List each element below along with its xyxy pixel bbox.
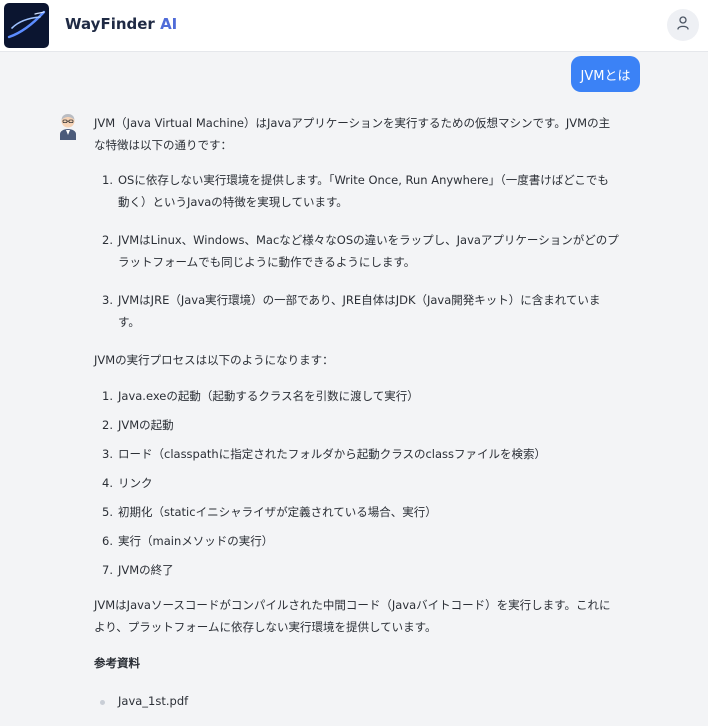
list-item: 4. リンク: [94, 472, 619, 494]
references-list: Java_1st.pdf: [94, 690, 619, 712]
list-item: 5. 初期化（staticイニシャライザが定義されている場合、実行）: [94, 501, 619, 523]
app-title-main: WayFinder: [65, 15, 155, 33]
list-number: 2.: [102, 418, 113, 432]
list-number: 6.: [102, 534, 113, 548]
app-header: WayFinder AI: [0, 0, 708, 52]
process-steps-list: 1. Java.exeの起動（起動するクラス名を引数に渡して実行） 2. JVM…: [94, 385, 619, 581]
list-number: 1.: [102, 389, 113, 403]
list-text: JVMはLinux、Windows、Macなど様々なOSの違いをラップし、Jav…: [118, 233, 619, 269]
list-text: ロード（classpathに指定されたフォルダから起動クラスのclassファイル…: [118, 447, 547, 461]
list-number: 7.: [102, 563, 113, 577]
list-item: 3. ロード（classpathに指定されたフォルダから起動クラスのclassフ…: [94, 443, 619, 465]
feature-list: 1. OSに依存しない実行環境を提供します。「Write Once, Run A…: [94, 169, 619, 333]
reference-text[interactable]: Java_1st.pdf: [118, 694, 188, 708]
list-number: 4.: [102, 476, 113, 490]
list-item: 2. JVMはLinux、Windows、Macなど様々なOSの違いをラップし、…: [94, 229, 619, 273]
list-item: 2. JVMの起動: [94, 414, 619, 436]
wayfinder-logo-icon[interactable]: [4, 3, 49, 48]
user-menu-button[interactable]: [667, 9, 699, 41]
list-number: 5.: [102, 505, 113, 519]
list-text: Java.exeの起動（起動するクラス名を引数に渡して実行）: [118, 389, 419, 403]
list-text: JVMの起動: [118, 418, 174, 432]
process-intro: JVMの実行プロセスは以下のようになります：: [94, 353, 334, 367]
list-text: 初期化（staticイニシャライザが定義されている場合、実行）: [118, 505, 437, 519]
user-icon: [675, 15, 691, 35]
app-window: WayFinder AI JVMとは JVM（Java Virtual Mach…: [0, 0, 708, 726]
answer-summary: JVMはJavaソースコードがコンパイルされた中間コード（Javaバイトコード）…: [94, 598, 611, 634]
list-number: 3.: [102, 447, 113, 461]
app-title-accent: AI: [160, 15, 178, 33]
list-text: リンク: [118, 476, 153, 490]
answer-intro: JVM（Java Virtual Machine）はJavaアプリケーションを実…: [94, 116, 611, 152]
list-item: 6. 実行（mainメソッドの実行）: [94, 530, 619, 552]
list-text: JVMはJRE（Java実行環境）の一部であり、JRE自体はJDK（Java開発…: [118, 293, 601, 329]
list-text: JVMの終了: [118, 563, 174, 577]
list-number: 2.: [102, 233, 113, 247]
reference-link[interactable]: Java_1st.pdf: [94, 690, 619, 712]
list-text: 実行（mainメソッドの実行）: [118, 534, 274, 548]
app-title: WayFinder AI: [65, 15, 177, 33]
list-item: 1. OSに依存しない実行環境を提供します。「Write Once, Run A…: [94, 169, 619, 213]
references-title: 参考資料: [94, 656, 140, 670]
bullet-icon: [100, 700, 105, 705]
list-item: 3. JVMはJRE（Java実行環境）の一部であり、JRE自体はJDK（Jav…: [94, 289, 619, 333]
assistant-avatar-icon: [57, 112, 79, 140]
list-item: 7. JVMの終了: [94, 559, 619, 581]
chat-area[interactable]: JVMとは JVM（Java Virtual Machine）はJavaアプリケ…: [0, 52, 708, 726]
list-number: 1.: [102, 173, 113, 187]
user-message-text: JVMとは: [580, 68, 631, 84]
user-message-bubble: JVMとは: [571, 56, 640, 92]
list-item: 1. Java.exeの起動（起動するクラス名を引数に渡して実行）: [94, 385, 619, 407]
list-text: OSに依存しない実行環境を提供します。「Write Once, Run Anyw…: [118, 173, 609, 209]
list-number: 3.: [102, 293, 113, 307]
assistant-answer: JVM（Java Virtual Machine）はJavaアプリケーションを実…: [94, 112, 619, 712]
